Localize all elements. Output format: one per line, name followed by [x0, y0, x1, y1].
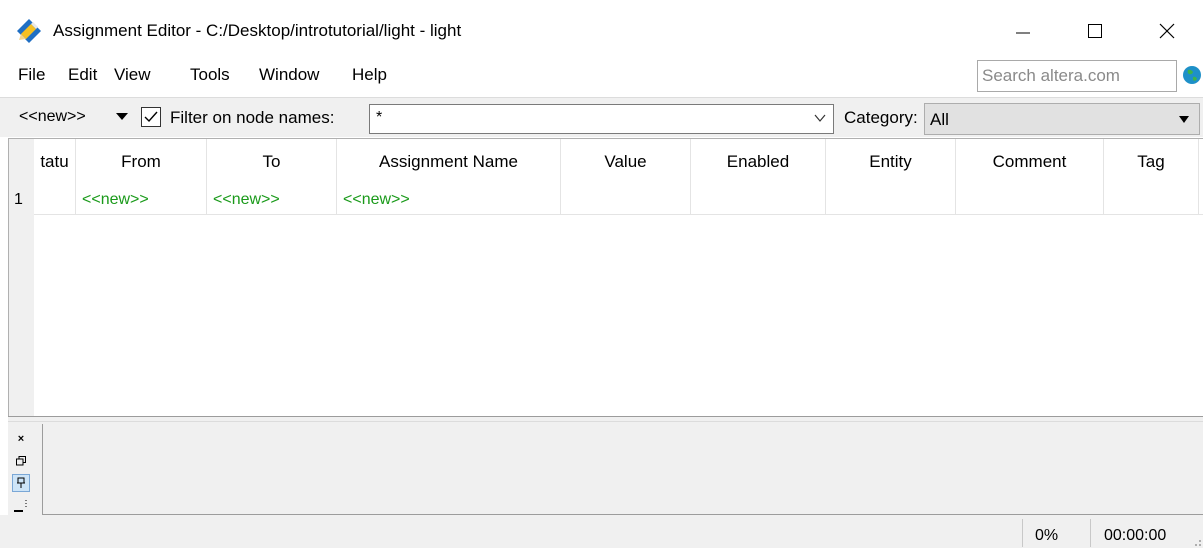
- column-header-value[interactable]: Value: [561, 139, 691, 214]
- category-label: Category:: [844, 108, 918, 127]
- window-title: Assignment Editor - C:/Desktop/introtuto…: [53, 21, 462, 40]
- panel-dock-handle[interactable]: [14, 499, 28, 512]
- assignment-table: tatu From To Assignment Name Value Enabl…: [8, 138, 1203, 416]
- column-header-entity[interactable]: Entity: [826, 139, 956, 214]
- row-number: 1: [14, 191, 23, 208]
- column-header-enabled[interactable]: Enabled: [691, 139, 826, 214]
- category-value: All: [930, 110, 949, 129]
- menu-window[interactable]: Window: [257, 65, 321, 85]
- checkmark-icon: [144, 111, 158, 123]
- restore-icon: [16, 456, 26, 466]
- cell-assignment-name[interactable]: <<new>>: [337, 185, 561, 214]
- menu-file[interactable]: File: [16, 65, 47, 85]
- dock-handle-icon: [14, 500, 27, 512]
- title-bar: Assignment Editor - C:/Desktop/introtuto…: [0, 0, 1203, 62]
- cell-to[interactable]: <<new>>: [207, 185, 337, 214]
- menu-help[interactable]: Help: [350, 65, 389, 85]
- dropdown-arrow-icon[interactable]: [116, 113, 128, 120]
- maximize-button[interactable]: [1072, 10, 1118, 52]
- maximize-icon: [1088, 24, 1102, 38]
- column-header-status[interactable]: tatu: [34, 139, 76, 214]
- status-separator: [1022, 519, 1023, 547]
- filter-checkbox[interactable]: [141, 107, 161, 127]
- panel-pin-icon[interactable]: [12, 474, 30, 492]
- search-input[interactable]: [982, 66, 1172, 86]
- resize-grip-icon[interactable]: [1190, 535, 1202, 547]
- row-divider: [34, 214, 1203, 215]
- chevron-down-icon[interactable]: [813, 111, 827, 125]
- new-assignment-dropdown[interactable]: <<new>>: [19, 108, 86, 126]
- column-header-tag[interactable]: Tag: [1104, 139, 1199, 214]
- table-header: tatu From To Assignment Name Value Enabl…: [9, 139, 1203, 214]
- minimize-icon: [1016, 32, 1030, 34]
- close-button[interactable]: [1144, 10, 1190, 52]
- dropdown-arrow-icon: [1179, 116, 1189, 123]
- cell-from[interactable]: <<new>>: [76, 185, 207, 214]
- close-icon: [1159, 23, 1175, 39]
- menu-view[interactable]: View: [112, 65, 153, 85]
- app-logo-icon: [17, 19, 41, 43]
- status-progress: 0%: [1035, 527, 1059, 544]
- bottom-panel: ×: [8, 421, 1203, 515]
- category-select[interactable]: All: [924, 103, 1200, 135]
- filter-value: *: [376, 109, 383, 126]
- globe-icon[interactable]: [1182, 65, 1202, 85]
- panel-content-area: [42, 424, 1203, 515]
- menu-edit[interactable]: Edit: [66, 65, 99, 85]
- pin-icon: [17, 477, 25, 488]
- filter-input[interactable]: *: [369, 104, 834, 134]
- status-separator: [1090, 519, 1091, 547]
- search-box[interactable]: [977, 60, 1177, 92]
- panel-restore-icon[interactable]: [12, 452, 30, 470]
- status-bar: 0% 00:00:00: [0, 515, 1203, 548]
- filter-toolbar: <<new>> Filter on node names: * Category…: [0, 97, 1203, 137]
- filter-label: Filter on node names:: [170, 108, 335, 127]
- status-time: 00:00:00: [1104, 527, 1167, 544]
- panel-close-icon[interactable]: ×: [12, 430, 30, 448]
- menu-tools[interactable]: Tools: [188, 65, 232, 85]
- column-header-comment[interactable]: Comment: [956, 139, 1104, 214]
- minimize-button[interactable]: [1000, 10, 1046, 52]
- panel-side-strip: ×: [8, 424, 42, 515]
